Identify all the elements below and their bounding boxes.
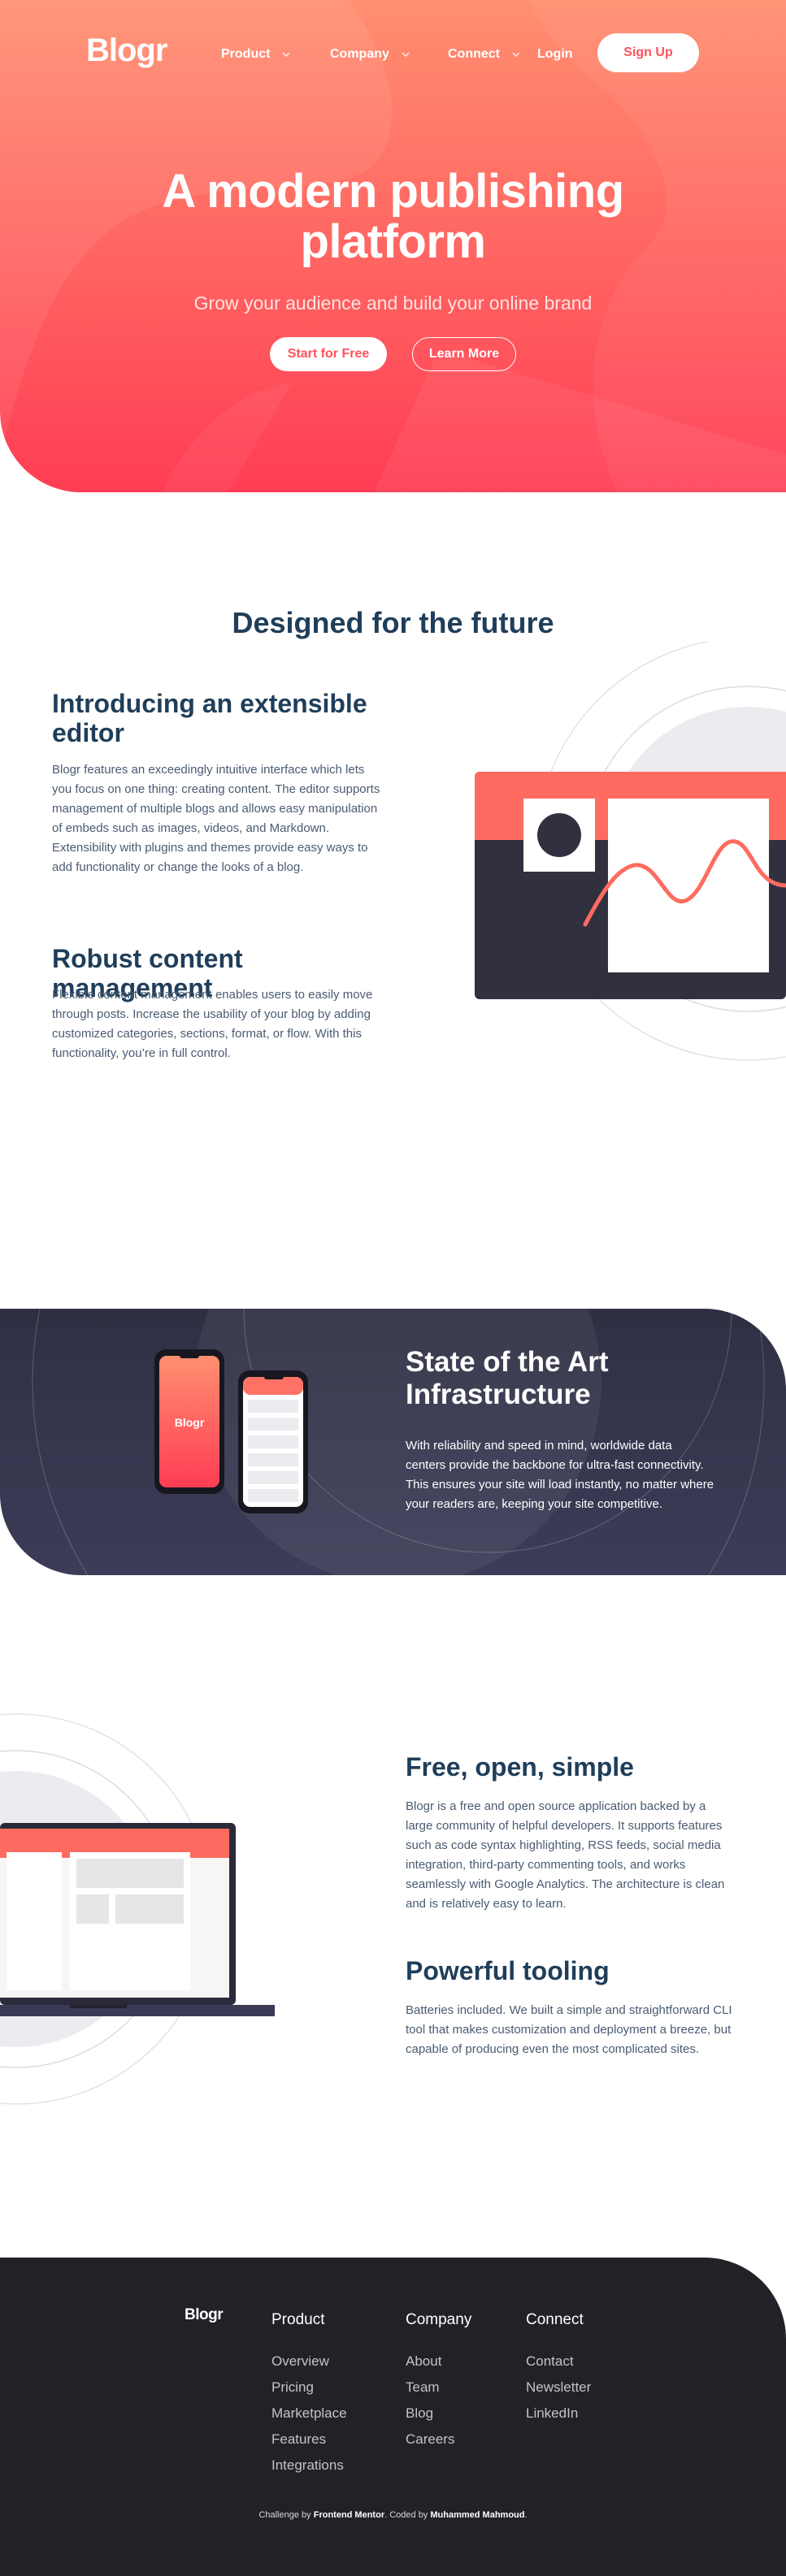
footer-logo[interactable]: Blogr — [185, 2306, 224, 2324]
attribution-source-link[interactable]: Frontend Mentor — [314, 2510, 384, 2520]
footer-link-newsletter[interactable]: Newsletter — [526, 2379, 591, 2396]
footer-link-linkedin[interactable]: LinkedIn — [526, 2405, 578, 2422]
learn-more-button[interactable]: Learn More — [412, 337, 516, 371]
hero-subtitle: Grow your audience and build your online… — [193, 292, 593, 314]
footer-link-careers[interactable]: Careers — [406, 2431, 454, 2448]
footer-link-pricing[interactable]: Pricing — [271, 2379, 314, 2396]
nav-item-label: Product — [221, 47, 271, 61]
section-title-future: Designed for the future — [232, 606, 554, 639]
editor-illustration — [475, 642, 786, 1061]
infrastructure-text: With reliability and speed in mind, worl… — [406, 1439, 714, 1511]
footer-column-heading-connect: Connect — [526, 2311, 584, 2328]
phone-brand-text: Blogr — [175, 1416, 205, 1429]
nav-item-connect[interactable]: Connect — [448, 47, 521, 62]
login-link[interactable]: Login — [537, 47, 573, 62]
start-for-free-button[interactable]: Start for Free — [270, 337, 387, 371]
footer-link-integrations[interactable]: Integrations — [271, 2457, 344, 2474]
attribution: Challenge by Frontend Mentor. Coded by M… — [0, 2510, 786, 2520]
footer-link-overview[interactable]: Overview — [271, 2353, 329, 2370]
site-footer: Blogr Product Overview Pricing Marketpla… — [0, 2258, 786, 2576]
feature-heading-editor: Introducing an extensible editor — [52, 689, 367, 747]
nav-item-label: Connect — [448, 47, 500, 61]
feature-heading-tooling: Powerful tooling — [406, 1956, 610, 1985]
footer-link-marketplace[interactable]: Marketplace — [271, 2405, 347, 2422]
feature-heading-free: Free, open, simple — [406, 1752, 634, 1782]
footer-link-about[interactable]: About — [406, 2353, 441, 2370]
nav-item-label: Company — [330, 47, 389, 61]
infrastructure-section: Blogr State of the Art Infrastructure Wi… — [0, 1309, 786, 1575]
brand-logo[interactable]: Blogr — [86, 32, 167, 69]
footer-column-heading-company: Company — [406, 2311, 472, 2328]
footer-link-team[interactable]: Team — [406, 2379, 440, 2396]
footer-column-heading-product: Product — [271, 2311, 325, 2328]
top-navigation: Blogr Product Company Connect Login Sign… — [0, 0, 786, 106]
signup-button[interactable]: Sign Up — [597, 33, 699, 72]
feature-text-tooling: Batteries included. We built a simple an… — [406, 2003, 732, 2056]
infrastructure-title: State of the Art Infrastructure — [406, 1346, 609, 1410]
attribution-suffix: . — [524, 2510, 528, 2520]
attribution-author-link[interactable]: Muhammed Mahmoud — [430, 2510, 524, 2520]
chevron-down-icon — [512, 52, 520, 58]
laptop-illustration — [0, 1713, 275, 2105]
feature-text-content: Flexible content management enables user… — [52, 988, 373, 1060]
attribution-middle: . Coded by — [384, 2510, 431, 2520]
footer-link-blog[interactable]: Blog — [406, 2405, 433, 2422]
feature-text-editor: Blogr features an exceedingly intuitive … — [52, 763, 380, 874]
feature-text-free: Blogr is a free and open source applicat… — [406, 1799, 725, 1911]
hero-section: Blogr Product Company Connect Login Sign… — [0, 0, 786, 492]
phones-illustration: Blogr — [154, 1349, 308, 1513]
attribution-prefix: Challenge by — [258, 2510, 314, 2520]
footer-link-features[interactable]: Features — [271, 2431, 326, 2448]
nav-item-product[interactable]: Product — [221, 47, 291, 62]
footer-link-contact[interactable]: Contact — [526, 2353, 574, 2370]
nav-item-company[interactable]: Company — [330, 47, 410, 62]
chevron-down-icon — [282, 52, 291, 58]
chevron-down-icon — [402, 52, 410, 58]
hero-title: A modern publishing platform — [162, 165, 624, 268]
